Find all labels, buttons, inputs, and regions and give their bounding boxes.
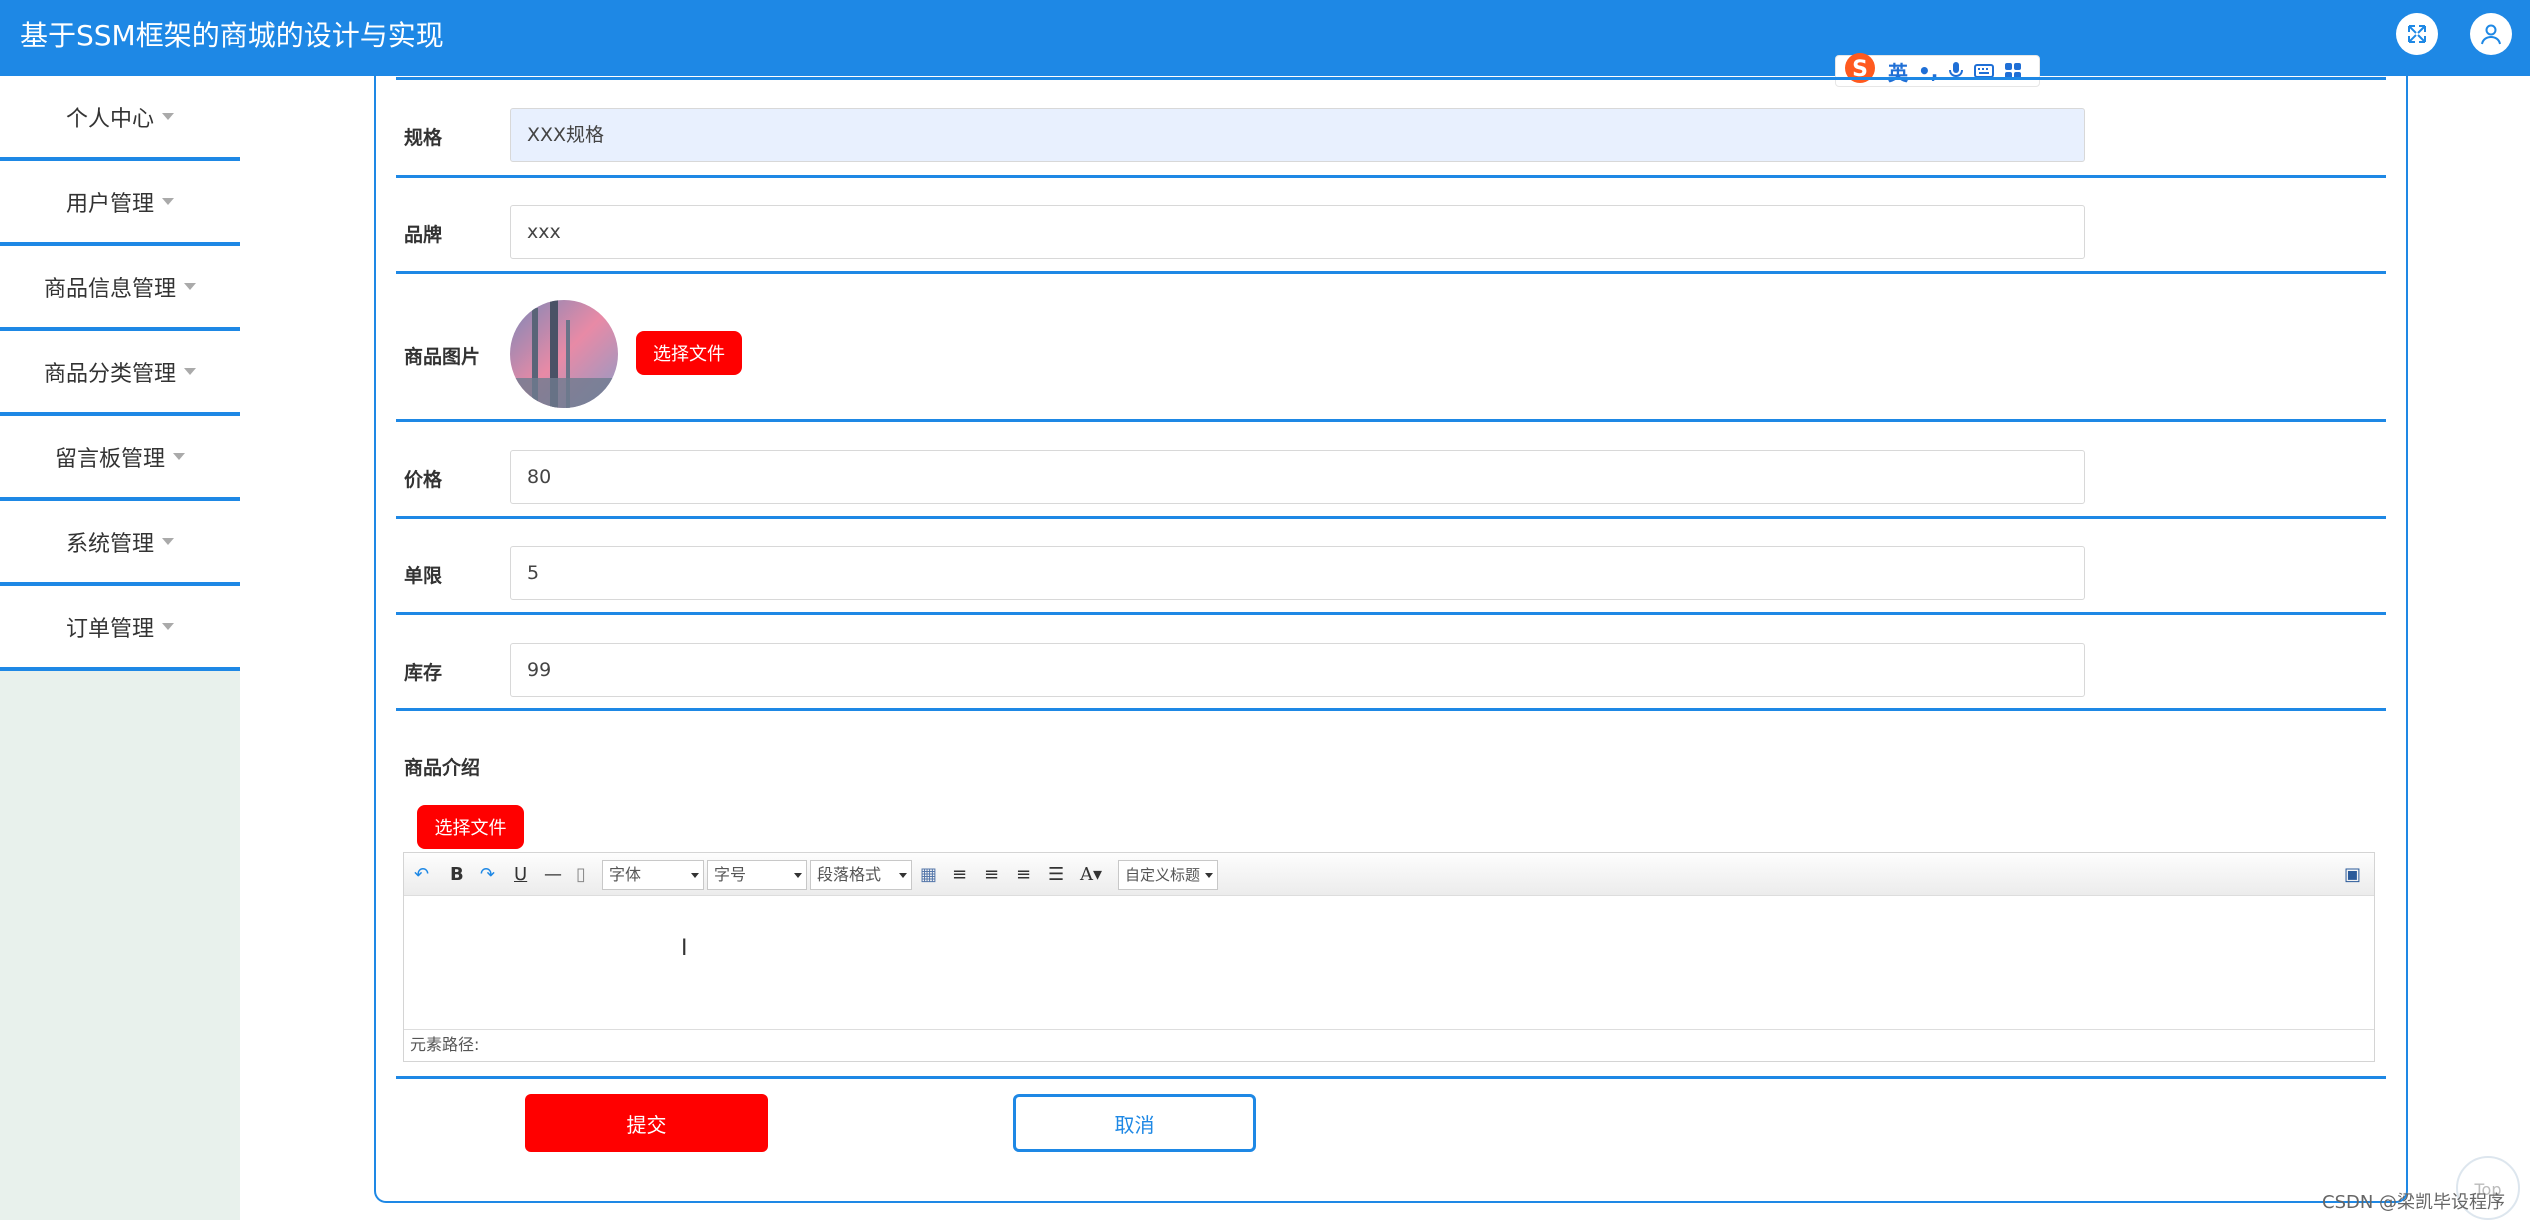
paragraph-format-select[interactable]: 段落格式: [810, 860, 912, 890]
product-image-thumbnail: [510, 300, 618, 408]
row-divider: [396, 77, 2386, 80]
custom-heading-select[interactable]: 自定义标题: [1118, 860, 1218, 890]
spec-label: 规格: [404, 127, 443, 149]
editor-element-path: 元素路径:: [404, 1029, 2374, 1061]
brand-label: 品牌: [404, 224, 443, 246]
chevron-down-icon: [162, 538, 174, 545]
sidebar-item-label: 用户管理: [65, 191, 154, 217]
top-bar: 基于SSM框架的商城的设计与实现: [0, 0, 2530, 76]
sidebar-item-personal-center[interactable]: 个人中心: [0, 76, 240, 161]
row-divider: [396, 271, 2386, 274]
sidebar-item-label: 订单管理: [65, 616, 154, 642]
fullscreen-icon: [2408, 25, 2426, 43]
sidebar-item-label: 商品分类管理: [43, 361, 176, 387]
choose-image-button[interactable]: 选择文件: [636, 331, 742, 375]
sidebar-item-label: 商品信息管理: [43, 276, 176, 302]
text-cursor-icon: I: [681, 936, 688, 961]
cancel-button[interactable]: 取消: [1013, 1094, 1256, 1152]
choose-file-button[interactable]: 选择文件: [417, 805, 524, 849]
limit-input[interactable]: 5: [510, 546, 2085, 600]
sidebar-item-system[interactable]: 系统管理: [0, 501, 240, 586]
user-icon: [2481, 24, 2501, 45]
stock-label: 库存: [404, 662, 443, 684]
horizontal-rule-icon[interactable]: —: [544, 861, 562, 887]
brand-input[interactable]: xxx: [510, 205, 2085, 259]
row-divider: [396, 419, 2386, 422]
sidebar-item-orders[interactable]: 订单管理: [0, 586, 240, 671]
row-divider: [396, 612, 2386, 615]
watermark: CSDN @梁凯毕设程序: [2322, 1192, 2506, 1213]
sidebar-item-label: 系统管理: [65, 531, 154, 557]
sidebar-item-message-board[interactable]: 留言板管理: [0, 416, 240, 501]
row-divider: [396, 1076, 2386, 1079]
font-color-icon[interactable]: A▾: [1080, 861, 1102, 887]
stock-input[interactable]: 99: [510, 643, 2085, 697]
app-title: 基于SSM框架的商城的设计与实现: [20, 19, 444, 52]
sidebar-item-product-info[interactable]: 商品信息管理: [0, 246, 240, 331]
align-left-icon[interactable]: ≡: [952, 861, 967, 887]
chevron-down-icon: [184, 283, 196, 290]
fullscreen-editor-icon[interactable]: ▣: [2344, 861, 2361, 887]
price-label: 价格: [404, 469, 443, 491]
image-label: 商品图片: [404, 346, 481, 368]
chevron-down-icon: [162, 623, 174, 630]
align-right-icon[interactable]: ≡: [984, 861, 999, 887]
fullscreen-button[interactable]: [2396, 13, 2438, 55]
justify-icon[interactable]: ☰: [1048, 861, 1064, 887]
editor-content-area[interactable]: I: [404, 896, 2374, 1029]
chevron-down-icon: [162, 113, 174, 120]
chevron-down-icon: [173, 453, 185, 460]
sidebar-item-product-category[interactable]: 商品分类管理: [0, 331, 240, 416]
chevron-down-icon: [184, 368, 196, 375]
row-divider: [396, 175, 2386, 178]
underline-icon[interactable]: U: [514, 861, 527, 887]
sidebar-item-label: 个人中心: [65, 106, 154, 132]
document-icon[interactable]: ▯: [576, 861, 586, 887]
chevron-down-icon: [162, 198, 174, 205]
row-divider: [396, 516, 2386, 519]
table-icon[interactable]: ▦: [920, 861, 937, 887]
price-input[interactable]: 80: [510, 450, 2085, 504]
sidebar-item-user-management[interactable]: 用户管理: [0, 161, 240, 246]
spec-input[interactable]: XXX规格: [510, 108, 2085, 162]
align-center-icon[interactable]: ≡: [1016, 861, 1031, 887]
font-size-select[interactable]: 字号: [707, 860, 807, 890]
limit-label: 单限: [404, 565, 443, 587]
sidebar-item-label: 留言板管理: [54, 446, 165, 472]
undo-icon[interactable]: ↶: [414, 861, 429, 887]
submit-button[interactable]: 提交: [525, 1094, 768, 1152]
editor-toolbar: ↶ B ↷ U — ▯ 字体 字号 段落格式 ▦ ≡ ≡ ≡ ☰ A▾ 自定义标…: [404, 853, 2374, 896]
rich-text-editor[interactable]: ↶ B ↷ U — ▯ 字体 字号 段落格式 ▦ ≡ ≡ ≡ ☰ A▾ 自定义标…: [403, 852, 2375, 1062]
font-family-select[interactable]: 字体: [602, 860, 704, 890]
row-divider: [396, 708, 2386, 711]
user-menu-button[interactable]: [2470, 13, 2512, 55]
bold-icon[interactable]: B: [450, 861, 464, 887]
intro-label: 商品介绍: [404, 757, 481, 779]
redo-icon[interactable]: ↷: [480, 861, 495, 887]
sidebar: 个人中心 用户管理 商品信息管理 商品分类管理 留言板管理 系统管理 订单管理: [0, 76, 240, 1220]
